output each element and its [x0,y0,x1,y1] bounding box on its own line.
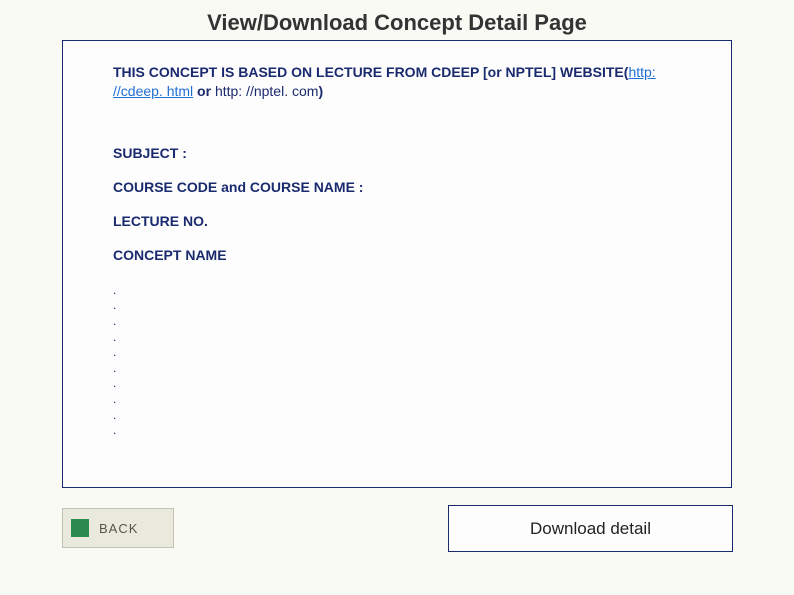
intro-middle: or [193,83,215,99]
fields-block: SUBJECT : COURSE CODE and COURSE NAME : … [113,145,681,263]
download-detail-button[interactable]: Download detail [448,505,733,552]
placeholder-dots: . . . . . . . . . . [113,283,681,439]
detail-panel: THIS CONCEPT IS BASED ON LECTURE FROM CD… [62,40,732,488]
back-label: BACK [99,521,138,536]
subject-label: SUBJECT : [113,145,681,161]
intro-prefix: THIS CONCEPT IS BASED ON LECTURE FROM CD… [113,64,628,80]
nptel-url-text: http: //nptel. com [215,83,319,99]
lecture-label: LECTURE NO. [113,213,681,229]
concept-label: CONCEPT NAME [113,247,681,263]
intro-text: THIS CONCEPT IS BASED ON LECTURE FROM CD… [113,63,681,101]
back-button[interactable]: BACK [62,508,174,548]
download-label: Download detail [530,519,651,539]
intro-suffix: ) [318,83,323,99]
course-label: COURSE CODE and COURSE NAME : [113,179,681,195]
back-square-icon [71,519,89,537]
page-title: View/Download Concept Detail Page [0,10,794,36]
